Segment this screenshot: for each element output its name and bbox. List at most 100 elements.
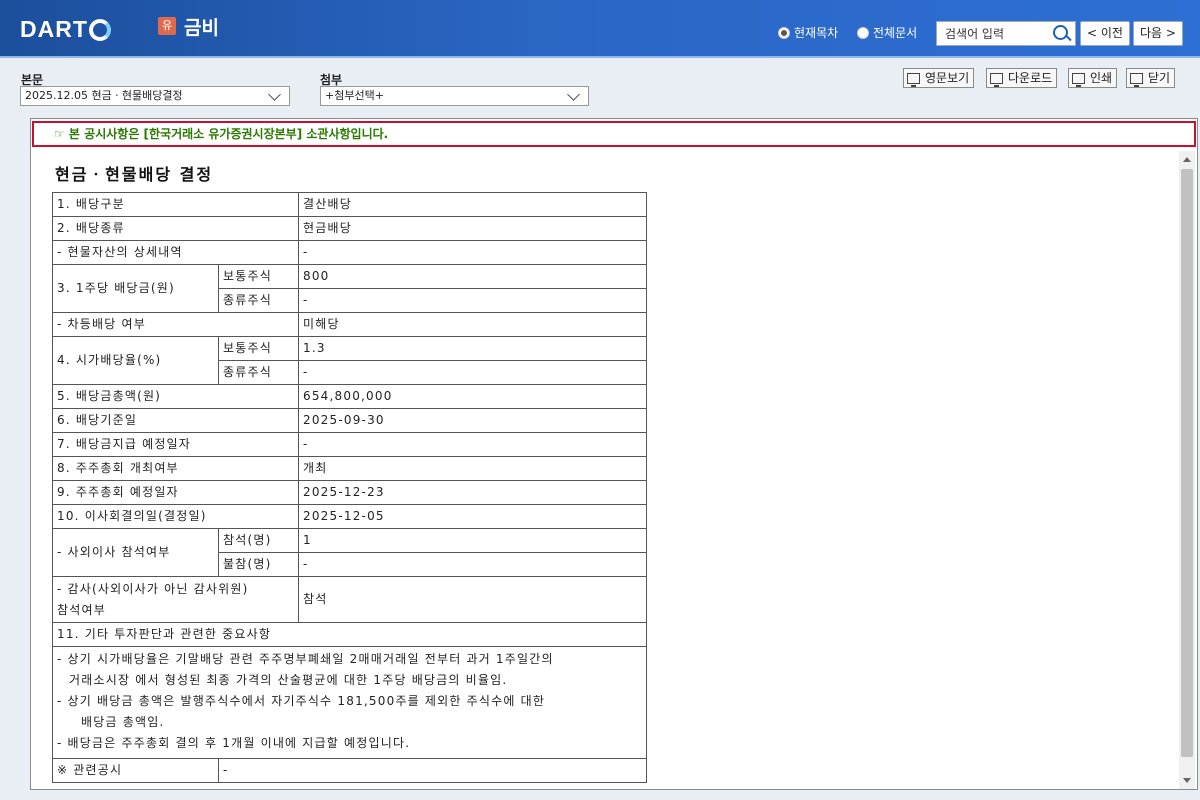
vertical-scrollbar[interactable] (1179, 151, 1195, 789)
row-value: 2025-12-05 (298, 504, 648, 529)
table-row: 3. 1주당 배당금(원) 보통주식 800 (52, 264, 648, 313)
row-sublabel: 종류주식 (217, 360, 300, 385)
jurisdiction-notice: ☞ 본 공시사항은 [한국거래소 유가증권시장본부] 소관사항입니다. (32, 121, 1196, 147)
row-label: - 현물자산의 상세내역 (51, 240, 300, 265)
english-view-button[interactable]: 영문보기 (903, 68, 975, 88)
row-label: 4. 시가배당율(%) (52, 336, 219, 385)
table-row: 6. 배당기준일 2025-09-30 (51, 408, 648, 433)
row-value: - (298, 432, 648, 457)
row-label: - 차등배당 여부 (51, 312, 300, 337)
row-value: 800 (298, 264, 648, 289)
row-sublabel: 불참(명) (217, 552, 300, 577)
table-row: 4. 시가배당율(%) 보통주식 1.3 (52, 336, 648, 385)
logo-text: DART (20, 15, 88, 42)
printer-icon (1072, 72, 1085, 87)
scroll-thumb[interactable] (1181, 169, 1193, 757)
close-doc-icon (1130, 72, 1143, 87)
scroll-down-icon[interactable] (1183, 778, 1191, 783)
row-value: 2025-09-30 (298, 408, 648, 433)
radio-all-docs[interactable]: 전체문서 (857, 24, 917, 41)
scroll-up-icon[interactable] (1183, 157, 1191, 162)
table-row: - 차등배당 여부 미해당 (51, 312, 648, 337)
notes-cell: - 상기 시가배당율은 기말배당 관련 주주명부폐쇄일 2매매거래일 전부터 과… (51, 646, 648, 759)
chevron-down-icon (567, 88, 580, 101)
row-value: - (298, 288, 648, 313)
row-value: 2025-12-23 (298, 480, 648, 505)
row-label: - 사외이사 참석여부 (52, 528, 219, 577)
print-label: 인쇄 (1090, 71, 1113, 85)
row-sublabel: 보통주식 (217, 264, 300, 289)
row-value: 현금배당 (298, 216, 648, 241)
row-label: ※ 관련공시 (52, 758, 219, 783)
search-input[interactable] (937, 22, 1049, 45)
table-row: 8. 주주총회 개최여부 개최 (51, 456, 648, 481)
chevron-down-icon (268, 88, 281, 101)
radio-current-label: 현재목차 (794, 26, 839, 40)
row-label: 11. 기타 투자판단과 관련한 중요사항 (51, 622, 648, 647)
row-value: - (298, 240, 648, 265)
dart-logo[interactable]: DART (20, 14, 111, 44)
search-icon[interactable] (1049, 22, 1073, 45)
note-line: 배당금 총액임. (81, 715, 165, 729)
logo-ring-icon (88, 18, 111, 41)
note-line: - 상기 시가배당율은 기말배당 관련 주주명부폐쇄일 2매매거래일 전부터 과… (57, 652, 554, 666)
table-row: 1. 배당구분 결산배당 (51, 192, 648, 217)
print-button[interactable]: 인쇄 (1068, 68, 1118, 88)
disclosure-table: 1. 배당구분 결산배당 2. 배당종류 현금배당 - 현물자산의 상세내역 -… (51, 192, 648, 783)
prev-button[interactable]: < 이전 (1080, 21, 1130, 46)
table-row: 5. 배당금총액(원) 654,800,000 (51, 384, 648, 409)
radio-unselected-icon[interactable] (857, 26, 869, 39)
row-sublabel: 참석(명) (217, 528, 300, 553)
document-content[interactable]: 현금ㆍ현물배당 결정 1. 배당구분 결산배당 2. 배당종류 현금배당 - 현… (31, 151, 1179, 789)
row-label: 6. 배당기준일 (51, 408, 300, 433)
table-row: 7. 배당금지급 예정일자 - (51, 432, 648, 457)
row-label: 5. 배당금총액(원) (51, 384, 300, 409)
attach-select[interactable]: +첨부선택+ (320, 86, 589, 106)
row-value: - (298, 552, 648, 577)
row-sublabel: 종류주식 (217, 288, 300, 313)
main-doc-select[interactable]: 2025.12.05 현금ㆍ현물배당결정 (20, 86, 290, 106)
radio-current-toc[interactable]: 현재목차 (778, 24, 838, 41)
table-row: 2. 배당종류 현금배당 (51, 216, 648, 241)
row-value: 결산배당 (298, 192, 648, 217)
row-label: 9. 주주총회 예정일자 (51, 480, 300, 505)
radio-all-label: 전체문서 (873, 26, 918, 40)
document-title: 현금ㆍ현물배당 결정 (55, 165, 214, 184)
table-row: - 감사(사외이사가 아닌 감사위원) 참석여부 참석 (51, 576, 648, 623)
row-label: 7. 배당금지급 예정일자 (51, 432, 300, 457)
row-value: 1 (298, 528, 648, 553)
row-label: 2. 배당종류 (51, 216, 300, 241)
english-view-label: 영문보기 (925, 71, 970, 85)
radio-selected-icon[interactable] (778, 26, 790, 39)
table-row: 10. 이사회결의일(결정일) 2025-12-05 (51, 504, 648, 529)
attach-select-value: +첨부선택+ (325, 89, 384, 102)
search-box (936, 21, 1076, 46)
row-value: 1.3 (298, 336, 648, 361)
row-value: 미해당 (298, 312, 648, 337)
note-line: - 상기 배당금 총액은 발행주식수에서 자기주식수 181,500주를 제외한… (57, 694, 546, 708)
download-button[interactable]: 다운로드 (986, 68, 1058, 88)
note-line: - 배당금은 주주총회 결의 후 1개월 이내에 지급할 예정입니다. (57, 736, 411, 750)
monitor-icon (990, 72, 1003, 87)
row-value: - (217, 758, 648, 783)
download-label: 다운로드 (1008, 71, 1053, 85)
table-row: ※ 관련공시 - (52, 758, 648, 783)
table-row: - 상기 시가배당율은 기말배당 관련 주주명부폐쇄일 2매매거래일 전부터 과… (51, 646, 648, 759)
report-type-badge: 유 (158, 17, 176, 35)
row-label: 1. 배당구분 (51, 192, 300, 217)
row-value: - (298, 360, 648, 385)
row-label: 8. 주주총회 개최여부 (51, 456, 300, 481)
next-button[interactable]: 다음 > (1133, 21, 1183, 46)
row-sublabel: 보통주식 (217, 336, 300, 361)
top-header: DART 유 금비 현재목차 전체문서 < 이전 다음 > (0, 0, 1200, 58)
main-doc-select-value: 2025.12.05 현금ㆍ현물배당결정 (25, 89, 183, 102)
monitor-icon (907, 72, 920, 87)
row-label-line: 참석여부 (57, 602, 106, 617)
row-label: 3. 1주당 배당금(원) (52, 264, 219, 313)
row-label-line: - 감사(사외이사가 아닌 감사위원) (57, 581, 249, 596)
table-row: - 사외이사 참석여부 참석(명) 1 (52, 528, 648, 577)
row-label: - 감사(사외이사가 아닌 감사위원) 참석여부 (51, 576, 300, 623)
row-value: 654,800,000 (298, 384, 648, 409)
document-frame: ☞ 본 공시사항은 [한국거래소 유가증권시장본부] 소관사항입니다. 현금ㆍ현… (30, 118, 1198, 790)
close-button[interactable]: 닫기 (1126, 68, 1176, 88)
